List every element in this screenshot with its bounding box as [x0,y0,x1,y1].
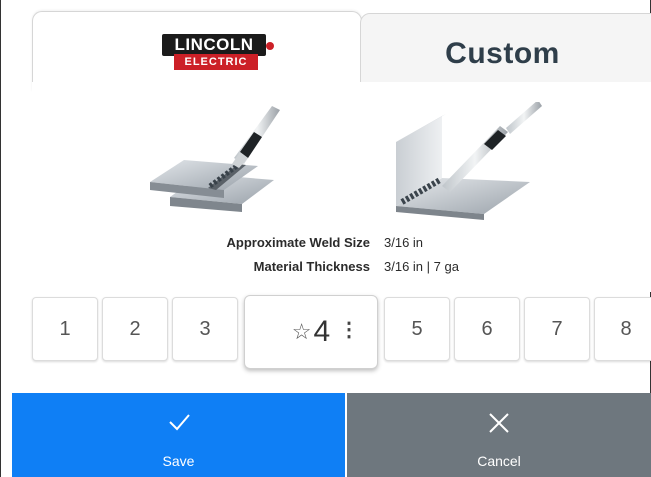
memory-slot-strip: 1 2 3 ☆ 4 ⋮ 5 6 7 8 [30,295,651,369]
material-thickness-label: Material Thickness [253,259,370,274]
memory-slot-4-selected[interactable]: ☆ 4 ⋮ [244,295,378,369]
cancel-button-label: Cancel [477,453,521,469]
close-icon [489,413,509,433]
slot-number: 5 [411,317,423,340]
memory-slot-6[interactable]: 6 [454,297,520,361]
weld-info-panel: Approximate Weld Size 3/16 in Material T… [32,82,651,292]
checkmark-icon [168,414,190,431]
cancel-button[interactable]: Cancel [347,393,651,477]
tab-bar: LINCOLN ELECTRIC Custom [12,11,651,95]
material-thickness-row: Material Thickness 3/16 in | 7 ga [32,259,651,277]
weld-size-label: Approximate Weld Size [226,235,370,250]
tab-lincoln-electric[interactable]: LINCOLN ELECTRIC [32,11,362,92]
memory-slot-3[interactable]: 3 [172,297,238,361]
memory-slot-2[interactable]: 2 [102,297,168,361]
logo-top-text: LINCOLN [162,34,266,56]
slot-number: 1 [59,317,71,340]
weld-size-row: Approximate Weld Size 3/16 in [32,235,651,253]
save-button-label: Save [162,453,195,469]
slot-number: 2 [129,317,141,340]
logo-bottom-text: ELECTRIC [174,54,258,70]
memory-slot-7[interactable]: 7 [524,297,590,361]
weld-size-value: 3/16 in [384,235,424,250]
logo-dot [266,42,274,50]
lap-joint-weld-image [150,106,280,212]
memory-slot-5[interactable]: 5 [384,297,450,361]
memory-slot-1[interactable]: 1 [32,297,98,361]
lincoln-electric-logo: LINCOLN ELECTRIC [148,34,278,72]
slot-number: 4 [313,315,331,348]
save-button[interactable]: Save [12,393,345,477]
slot-number: 7 [551,317,563,340]
tee-joint-weld-image [396,102,542,220]
slot-number: 6 [481,317,493,340]
star-outline-icon[interactable]: ☆ [292,319,312,345]
memory-slot-8[interactable]: 8 [594,297,651,361]
slot-number: 8 [620,317,632,340]
slot-number: 3 [199,317,211,340]
more-vertical-icon[interactable]: ⋮ [339,320,359,340]
material-thickness-value: 3/16 in | 7 ga [384,259,459,274]
tab-custom-label: Custom [445,37,560,70]
